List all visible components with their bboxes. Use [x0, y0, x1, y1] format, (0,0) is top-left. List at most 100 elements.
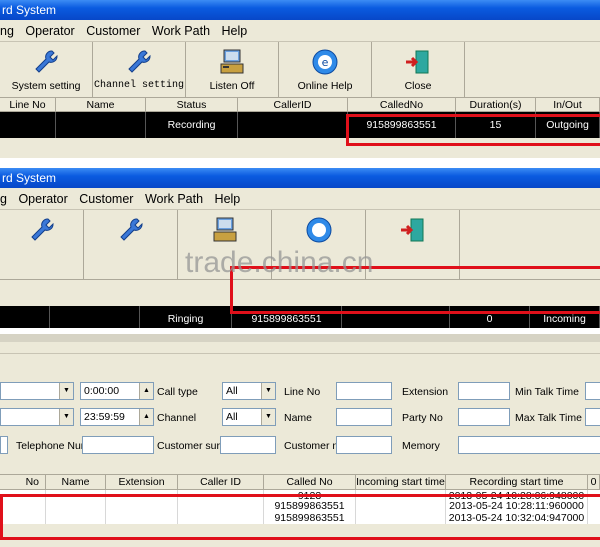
window-title: rd System	[0, 0, 600, 20]
name-field[interactable]	[336, 408, 392, 426]
channel-label: Channel	[157, 412, 197, 424]
computer-phone-icon	[217, 48, 247, 76]
min-talk-time-label: Min Talk Time	[515, 386, 579, 398]
col-no[interactable]: No	[0, 475, 46, 489]
max-talk-time-label: Max Talk Time	[515, 412, 582, 424]
party-no-field[interactable]	[458, 408, 510, 426]
cell-line-no	[0, 306, 50, 328]
chevron-down-icon[interactable]: ▼	[59, 383, 73, 399]
menu-item-work-path[interactable]: Work Path	[145, 192, 203, 206]
call-type-select[interactable]: All ▼	[222, 382, 276, 400]
wrench-icon	[27, 216, 57, 244]
system-setting-button[interactable]: System setting	[0, 42, 93, 97]
chevron-down-icon[interactable]: ▼	[261, 383, 275, 399]
window-title: rd System	[0, 168, 600, 188]
menu-item-customer[interactable]: Customer	[79, 192, 133, 206]
close-button[interactable]: Close	[372, 42, 465, 97]
customer-survey-label: Customer surv	[157, 440, 226, 452]
col-called-no[interactable]: CalledNo	[348, 98, 456, 111]
help-globe-icon: e	[310, 48, 340, 76]
col-incoming-start[interactable]: Incoming start time	[356, 475, 446, 489]
menu-item-setting[interactable]: g	[0, 192, 7, 206]
name-label: Name	[284, 412, 313, 424]
channel-select[interactable]: All ▼	[222, 408, 276, 426]
menu-item-help[interactable]: Help	[215, 192, 241, 206]
highlight-box	[0, 494, 600, 540]
cut-field[interactable]	[0, 436, 8, 454]
exit-door-icon	[398, 216, 428, 244]
listen-off-button[interactable]: Listen Off	[186, 42, 279, 97]
start-time-field[interactable]: 0:00:00 ▲	[80, 382, 154, 400]
customer-name-field[interactable]	[336, 436, 392, 454]
col-name[interactable]: Name	[46, 475, 106, 489]
col-recording-start[interactable]: Recording start time	[446, 475, 588, 489]
col-line-no[interactable]: Line No	[0, 98, 56, 111]
menu-item-customer[interactable]: Customer	[86, 24, 140, 38]
channel-setting-label: Channel setting	[93, 80, 184, 91]
cell-line-no	[0, 112, 56, 138]
extension-field[interactable]	[458, 382, 510, 400]
col-cut[interactable]: 0	[588, 475, 600, 489]
channel-setting-button[interactable]	[84, 210, 178, 279]
col-in-out[interactable]: In/Out	[536, 98, 600, 111]
end-date-field[interactable]: ▼	[0, 408, 74, 426]
memory-field[interactable]	[458, 436, 600, 454]
wrench-icon	[31, 48, 61, 76]
chevron-down-icon[interactable]: ▼	[261, 409, 275, 425]
col-name[interactable]: Name	[56, 98, 146, 111]
svg-text:e: e	[322, 56, 329, 69]
toolbar: System setting Channel setting Listen Of…	[0, 42, 600, 98]
end-time-field[interactable]: 23:59:59 ▲	[80, 408, 154, 426]
menu-item-help[interactable]: Help	[222, 24, 248, 38]
col-duration[interactable]: Duration(s)	[456, 98, 536, 111]
start-date-field[interactable]: ▼	[0, 382, 74, 400]
cell-status: Recording	[146, 112, 238, 138]
cell-status: Ringing	[140, 306, 232, 328]
record-table-header: No Name Extension Caller ID Called No In…	[0, 474, 600, 490]
col-caller-id[interactable]: CallerID	[238, 98, 348, 111]
cell-name	[50, 306, 140, 328]
menu-bar: g Operator Customer Work Path Help	[0, 188, 600, 210]
help-globe-icon	[304, 216, 334, 244]
highlight-box	[346, 114, 600, 146]
max-talk-time-field[interactable]	[585, 408, 600, 426]
listen-off-label: Listen Off	[209, 80, 255, 92]
online-help-label: Online Help	[297, 80, 353, 92]
record-query-panel: ▼ 0:00:00 ▲ Call type All ▼ Line No Extens…	[0, 334, 600, 547]
col-called-no[interactable]: Called No	[264, 475, 356, 489]
col-extension[interactable]: Extension	[106, 475, 178, 489]
col-status[interactable]: Status	[146, 98, 238, 111]
spinner-icon[interactable]: ▲	[139, 383, 153, 399]
customer-survey-field[interactable]	[220, 436, 276, 454]
min-talk-time-field[interactable]	[585, 382, 600, 400]
party-no-label: Party No	[402, 412, 443, 424]
spinner-icon[interactable]: ▲	[139, 409, 153, 425]
system-setting-label: System setting	[11, 80, 81, 92]
wrench-icon	[124, 48, 154, 76]
menu-item-work-path[interactable]: Work Path	[152, 24, 210, 38]
chevron-down-icon[interactable]: ▼	[59, 409, 73, 425]
tab-strip	[0, 342, 600, 354]
line-no-label: Line No	[284, 386, 321, 398]
menu-bar: ng Operator Customer Work Path Help	[0, 20, 600, 42]
col-caller-id[interactable]: Caller ID	[178, 475, 264, 489]
telephone-number-field[interactable]	[82, 436, 154, 454]
exit-door-icon	[403, 48, 433, 76]
cell-caller-id	[238, 112, 348, 138]
close-label: Close	[404, 80, 432, 92]
line-no-field[interactable]	[336, 382, 392, 400]
wrench-icon	[116, 216, 146, 244]
memory-label: Memory	[402, 440, 440, 452]
extension-label: Extension	[402, 386, 449, 398]
menu-item-operator[interactable]: Operator	[25, 24, 74, 38]
watermark: trade.china.cn	[185, 246, 374, 279]
channel-setting-button[interactable]: Channel setting	[93, 42, 186, 97]
menu-item-operator[interactable]: Operator	[18, 192, 67, 206]
menu-item-setting[interactable]: ng	[0, 24, 14, 38]
computer-phone-icon	[210, 216, 240, 244]
online-help-button[interactable]: e Online Help	[279, 42, 372, 97]
cell-name	[56, 112, 146, 138]
channel-grid-header: Line No Name Status CallerID CalledNo Du…	[0, 98, 600, 112]
record-window-recording: rd System ng Operator Customer Work Path…	[0, 0, 600, 158]
system-setting-button[interactable]	[0, 210, 84, 279]
